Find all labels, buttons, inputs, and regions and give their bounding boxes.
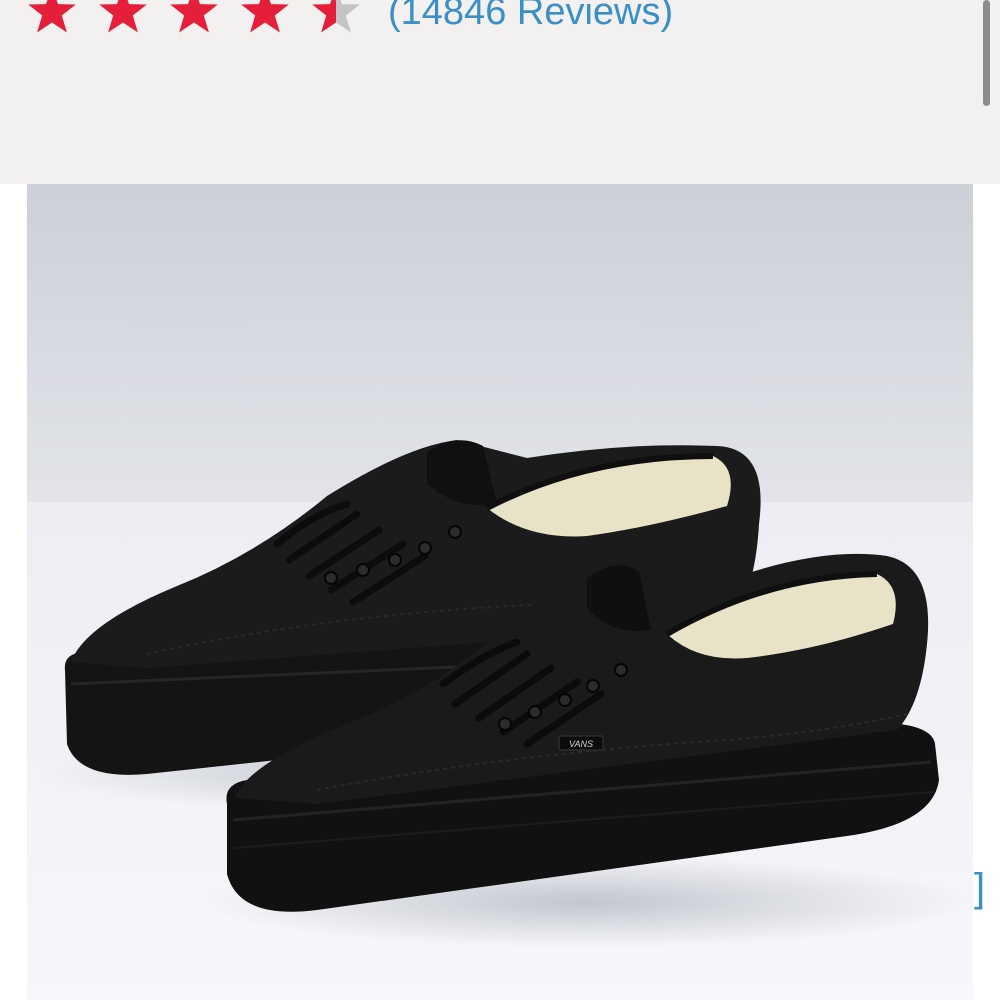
half-star-icon (312, 0, 360, 33)
reviews-count-link[interactable]: (14846 Reviews) (388, 0, 673, 31)
scrollbar[interactable] (983, 0, 990, 106)
product-info-panel: (14846 Reviews) (0, 0, 1000, 184)
product-image[interactable]: VANS (27, 184, 973, 1000)
rating-row: (14846 Reviews) (24, 0, 673, 42)
star-icon (28, 0, 76, 33)
offscreen-link-fragment[interactable]: ] (974, 868, 985, 908)
star-icon (99, 0, 147, 33)
star-icon (170, 0, 218, 33)
brand-logo-text: VANS (569, 739, 593, 749)
star-icon (241, 0, 289, 33)
sneakers-photo: VANS (27, 184, 973, 1000)
star-rating[interactable] (24, 0, 364, 40)
